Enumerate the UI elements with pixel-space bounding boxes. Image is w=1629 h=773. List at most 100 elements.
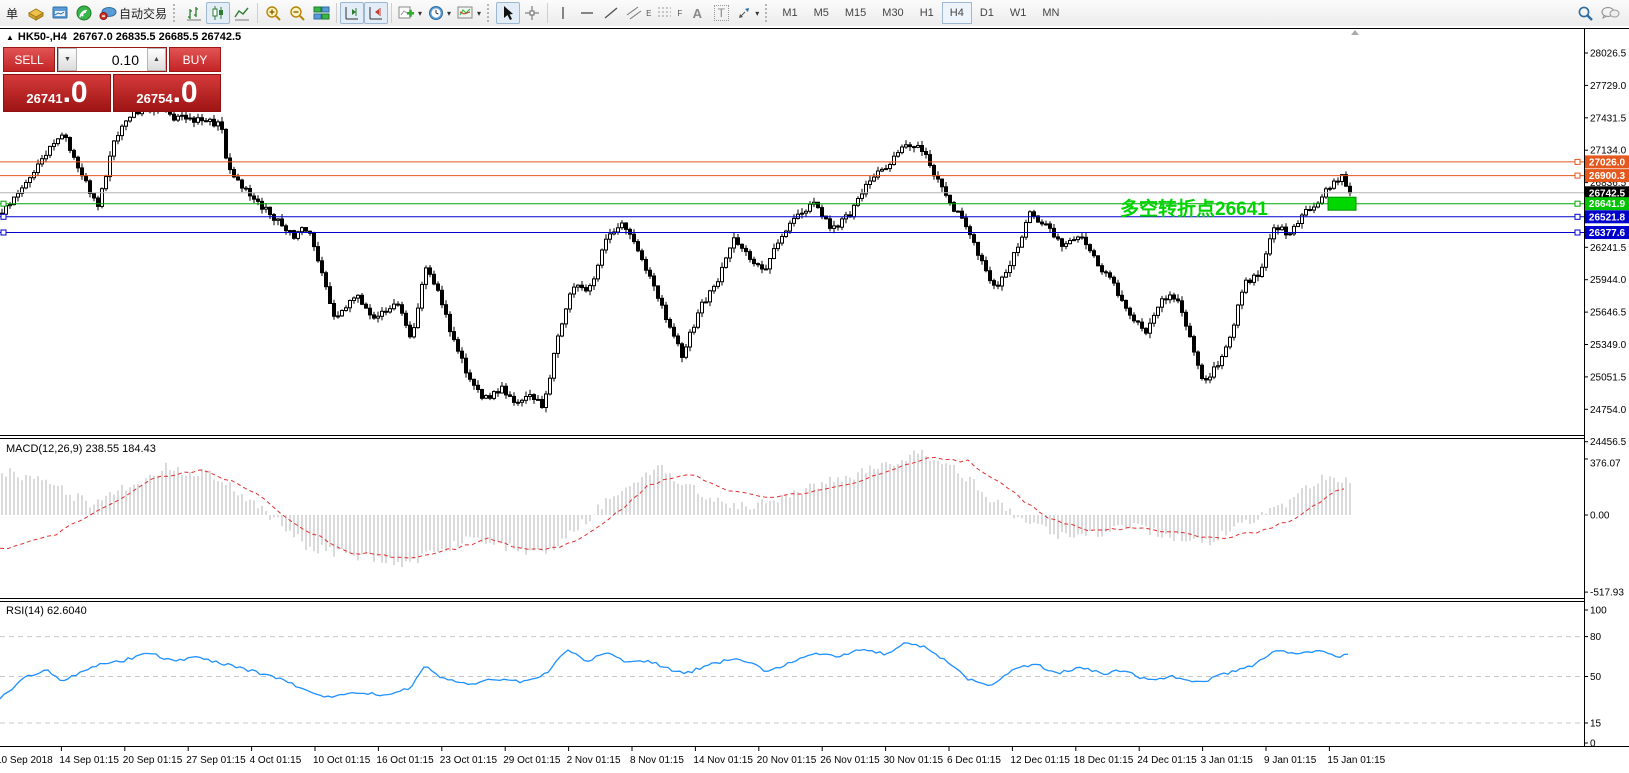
timeframe-button-d1[interactable]: D1 bbox=[972, 2, 1002, 24]
timeframe-button-m1[interactable]: M1 bbox=[774, 2, 805, 24]
tile-windows-icon bbox=[313, 5, 330, 21]
svg-text:10 Oct 01:15: 10 Oct 01:15 bbox=[313, 755, 371, 766]
fibonacci-icon bbox=[657, 5, 675, 21]
buy-price-frac: .0 bbox=[173, 78, 198, 108]
svg-text:15 Jan 01:15: 15 Jan 01:15 bbox=[1327, 755, 1385, 766]
svg-text:18 Dec 01:15: 18 Dec 01:15 bbox=[1074, 755, 1134, 766]
text-button[interactable]: A bbox=[685, 2, 709, 24]
bar-chart-button[interactable] bbox=[182, 2, 206, 24]
svg-text:24 Dec 01:15: 24 Dec 01:15 bbox=[1137, 755, 1197, 766]
candlestick-icon bbox=[210, 5, 226, 21]
horizontal-line-button[interactable] bbox=[575, 2, 599, 24]
timeframe-button-w1[interactable]: W1 bbox=[1002, 2, 1035, 24]
new-order-button[interactable]: 单 bbox=[0, 2, 24, 24]
zoom-out-button[interactable] bbox=[285, 2, 309, 24]
volume-decrease-button[interactable]: ▼ bbox=[58, 48, 77, 71]
autotrading-label: 自动交易 bbox=[119, 5, 167, 22]
fibonacci-button[interactable]: F bbox=[654, 2, 685, 24]
gold-box-icon bbox=[27, 5, 45, 21]
svg-text:100: 100 bbox=[1590, 606, 1607, 617]
arrows-button[interactable]: ▾ bbox=[733, 2, 762, 24]
svg-text:27729.0: 27729.0 bbox=[1590, 81, 1627, 92]
chart-profile-icon[interactable] bbox=[24, 2, 48, 24]
text-label-icon: T bbox=[714, 5, 729, 21]
signals-button[interactable] bbox=[72, 2, 96, 24]
svg-text:25051.5: 25051.5 bbox=[1590, 372, 1627, 383]
autotrading-cloud-icon bbox=[99, 5, 117, 21]
turning-point-annotation[interactable]: 多空转折点26641 bbox=[1120, 194, 1268, 221]
timeframe-button-h4[interactable]: H4 bbox=[942, 2, 972, 24]
indicators-button[interactable]: ▾ bbox=[395, 2, 425, 24]
svg-text:28026.5: 28026.5 bbox=[1590, 49, 1627, 60]
svg-text:25944.0: 25944.0 bbox=[1590, 275, 1627, 286]
svg-text:6 Dec 01:15: 6 Dec 01:15 bbox=[947, 755, 1001, 766]
one-click-trade-panel: SELL ▼ 0.10 ▲ BUY 26741.0 26754.0 bbox=[3, 47, 221, 112]
auto-scroll-button[interactable] bbox=[364, 2, 388, 24]
arrow-objects-icon bbox=[736, 5, 752, 21]
buy-button[interactable]: BUY bbox=[169, 47, 221, 72]
crosshair-button[interactable] bbox=[520, 2, 544, 24]
svg-text:25349.0: 25349.0 bbox=[1590, 340, 1627, 351]
buy-price[interactable]: 26754.0 bbox=[113, 74, 221, 112]
timeframe-button-h1[interactable]: H1 bbox=[912, 2, 942, 24]
vertical-line-button[interactable] bbox=[551, 2, 575, 24]
volume-increase-button[interactable]: ▲ bbox=[147, 48, 166, 71]
channel-sub-label: E bbox=[646, 9, 651, 18]
sell-button[interactable]: SELL bbox=[3, 47, 55, 72]
chart-window: 28026.527729.027431.527134.026836.526539… bbox=[0, 26, 1629, 773]
text-label-button[interactable]: T bbox=[709, 2, 733, 24]
rsi-label: RSI(14) 62.6040 bbox=[6, 605, 87, 617]
sell-price[interactable]: 26741.0 bbox=[3, 74, 111, 112]
timeframe-toolbar: M1M5M15M30H1H4D1W1MN bbox=[774, 2, 1067, 24]
search-button[interactable] bbox=[1573, 2, 1597, 24]
dropdown-caret-icon: ▾ bbox=[418, 9, 422, 18]
ohlc-bars-icon bbox=[186, 5, 202, 21]
svg-text:24456.5: 24456.5 bbox=[1590, 437, 1627, 448]
search-icon bbox=[1577, 5, 1594, 22]
svg-text:4 Oct 01:15: 4 Oct 01:15 bbox=[250, 755, 302, 766]
timeframe-button-m15[interactable]: M15 bbox=[837, 2, 874, 24]
chart-title: ▲HK50-,H4 26767.0 26835.5 26685.5 26742.… bbox=[6, 31, 241, 43]
cursor-button[interactable] bbox=[496, 2, 520, 24]
sell-price-main: 26741 bbox=[26, 91, 62, 106]
candlestick-chart-button[interactable] bbox=[206, 2, 230, 24]
equidistant-channel-button[interactable]: E bbox=[623, 2, 654, 24]
toolbar-grip bbox=[487, 4, 492, 22]
auto-scroll-icon bbox=[368, 5, 384, 21]
clock-icon bbox=[428, 5, 444, 21]
svg-text:14 Nov 01:15: 14 Nov 01:15 bbox=[693, 755, 753, 766]
tile-windows-button[interactable] bbox=[309, 2, 333, 24]
svg-text:10 Sep 2018: 10 Sep 2018 bbox=[0, 755, 53, 766]
timeframe-button-mn[interactable]: MN bbox=[1034, 2, 1067, 24]
line-chart-button[interactable] bbox=[230, 2, 254, 24]
svg-text:12 Dec 01:15: 12 Dec 01:15 bbox=[1010, 755, 1070, 766]
terminal-button[interactable] bbox=[48, 2, 72, 24]
svg-text:25646.5: 25646.5 bbox=[1590, 308, 1627, 319]
svg-text:80: 80 bbox=[1590, 632, 1602, 643]
timeframe-button-m30[interactable]: M30 bbox=[874, 2, 911, 24]
svg-text:8 Nov 01:15: 8 Nov 01:15 bbox=[630, 755, 684, 766]
chat-button[interactable] bbox=[1597, 2, 1623, 24]
svg-text:16 Oct 01:15: 16 Oct 01:15 bbox=[376, 755, 434, 766]
volume-value[interactable]: 0.10 bbox=[77, 48, 147, 71]
templates-button[interactable]: ▾ bbox=[454, 2, 484, 24]
collapse-panel-arrow[interactable]: ▲ bbox=[6, 33, 14, 42]
svg-text:29 Oct 01:15: 29 Oct 01:15 bbox=[503, 755, 561, 766]
svg-text:15: 15 bbox=[1590, 719, 1602, 730]
periods-button[interactable]: ▾ bbox=[425, 2, 454, 24]
chart-shift-button[interactable] bbox=[340, 2, 364, 24]
chart-canvas[interactable]: 28026.527729.027431.527134.026836.526539… bbox=[0, 26, 1629, 773]
zoom-in-button[interactable] bbox=[261, 2, 285, 24]
trendline-button[interactable] bbox=[599, 2, 623, 24]
volume-stepper: ▼ 0.10 ▲ bbox=[57, 47, 167, 72]
toolbar-separator bbox=[547, 3, 548, 23]
toolbar-separator bbox=[336, 3, 337, 23]
svg-text:26377.6: 26377.6 bbox=[1589, 228, 1626, 239]
dropdown-caret-icon: ▾ bbox=[447, 9, 451, 18]
timeframe-button-m5[interactable]: M5 bbox=[806, 2, 837, 24]
sell-price-frac: .0 bbox=[63, 78, 88, 108]
svg-text:27134.0: 27134.0 bbox=[1590, 146, 1627, 157]
autotrading-button[interactable]: 自动交易 bbox=[96, 2, 170, 24]
fibo-sub-label: F bbox=[677, 9, 682, 18]
svg-text:0: 0 bbox=[1590, 739, 1596, 750]
